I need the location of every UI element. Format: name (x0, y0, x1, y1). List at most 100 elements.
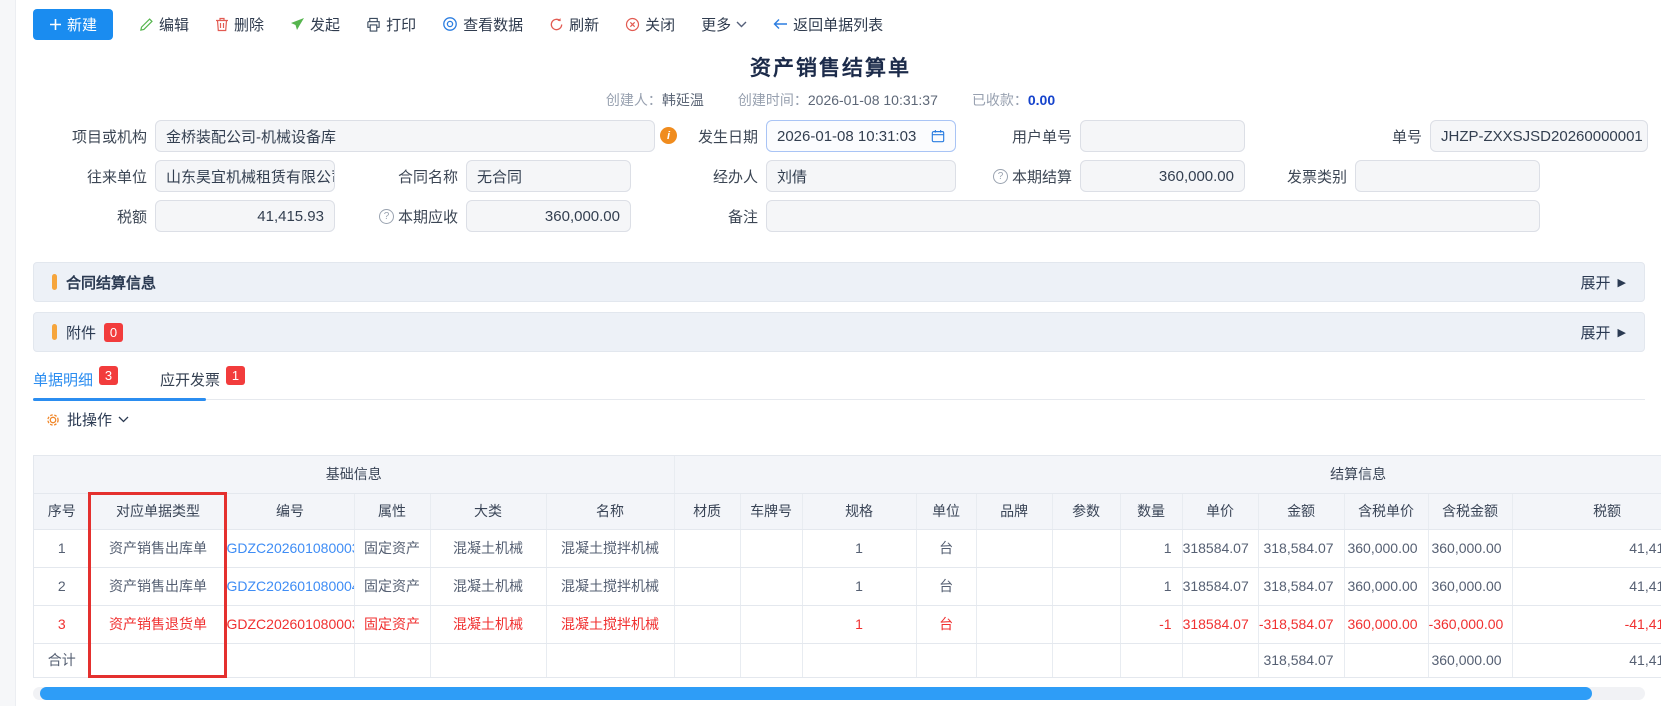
partner-input[interactable]: 山东昊宜机械租赁有限公司 (155, 160, 335, 192)
field-receivable: ?本期应收 360,000.00 (326, 200, 631, 232)
attachment-count-badge: 0 (104, 323, 123, 342)
question-icon: ? (993, 169, 1008, 184)
creator: 创建人：韩延温 (606, 90, 704, 110)
tax-input[interactable]: 41,415.93 (155, 200, 335, 232)
project-label: 项目或机构 (20, 126, 155, 147)
field-agent: 经办人 刘倩 (660, 160, 956, 192)
received-amount: 已收款：0.00 (972, 90, 1055, 110)
field-doc-no: 单号 JHZP-ZXXSJSD20260000001 (1330, 120, 1648, 152)
refresh-button[interactable]: 刷新 (549, 14, 599, 35)
active-tab-underline (33, 398, 206, 401)
pencil-icon (139, 17, 154, 32)
date-input[interactable]: 2026-01-08 10:31:03 (766, 120, 956, 152)
delete-button[interactable]: 删除 (215, 14, 264, 35)
asset-sale-settlement-page: 新建 编辑 删除 发起 打印 查看数据 刷新 关闭 (0, 0, 1661, 706)
agent-input[interactable]: 刘倩 (766, 160, 956, 192)
tab-detail[interactable]: 单据明细 3 (33, 363, 118, 399)
field-tax: 税额 41,415.93 (20, 200, 335, 232)
field-contract: 合同名称 无合同 (360, 160, 631, 192)
print-button[interactable]: 打印 (366, 14, 416, 35)
view-data-icon (442, 16, 458, 32)
contract-settlement-panel[interactable]: 合同结算信息 展开 ▶ (33, 262, 1645, 302)
printer-icon (366, 17, 381, 32)
table-total-row: 合计 318,584.07 360,000.00 41,415.93 (34, 643, 1661, 677)
section-marker-icon (52, 324, 57, 340)
settle-input[interactable]: 360,000.00 (1080, 160, 1245, 192)
field-remark: 备注 (660, 200, 1540, 232)
field-partner: 往来单位 山东昊宜机械租赁有限公司 (20, 160, 335, 192)
question-icon: ? (379, 209, 394, 224)
field-settle: ?本期结算 360,000.00 (940, 160, 1245, 192)
group-basic-info: 基础信息 (34, 456, 674, 493)
send-icon (290, 17, 305, 31)
doc-code-link[interactable]: GDZC202601080004 (227, 578, 355, 594)
launch-button[interactable]: 发起 (290, 14, 340, 35)
agent-label: 经办人 (660, 166, 766, 187)
attachment-title: 附件 (66, 322, 96, 343)
plus-icon (49, 18, 62, 31)
horizontal-scrollbar-thumb[interactable] (40, 687, 1592, 700)
invoice-type-label: 发票类别 (1248, 166, 1355, 187)
arrow-left-icon (773, 18, 788, 30)
gear-icon (45, 412, 61, 428)
field-project: 项目或机构 金桥装配公司-机械设备库 (20, 120, 655, 152)
date-label: 发生日期 (660, 126, 766, 147)
page-title: 资产销售结算单 (0, 52, 1661, 82)
triangle-right-icon: ▶ (1618, 276, 1626, 289)
expand-attachment-button[interactable]: 展开 ▶ (1581, 322, 1626, 343)
settle-label: ?本期结算 (940, 166, 1080, 187)
horizontal-scrollbar-track[interactable] (33, 687, 1645, 700)
user-no-label: 用户单号 (960, 126, 1080, 147)
detail-count-badge: 3 (99, 366, 118, 385)
receivable-input[interactable]: 360,000.00 (466, 200, 631, 232)
chevron-down-icon (118, 416, 129, 423)
doc-code-link[interactable]: GDZC202601080003 (227, 616, 355, 632)
remark-input[interactable] (766, 200, 1540, 232)
contract-input[interactable]: 无合同 (466, 160, 631, 192)
remark-label: 备注 (660, 206, 766, 227)
close-circle-icon (625, 17, 640, 32)
batch-operations-button[interactable]: 批操作 (45, 409, 129, 430)
calendar-icon[interactable] (931, 129, 945, 143)
section-marker-icon (52, 274, 57, 290)
table-row: 2 资产销售出库单 GDZC202601080004 固定资产 混凝土机械 混凝… (34, 567, 1661, 605)
invoice-type-input[interactable] (1355, 160, 1540, 192)
refresh-icon (549, 17, 564, 32)
doc-no-input[interactable]: JHZP-ZXXSJSD20260000001 (1430, 120, 1648, 152)
trash-icon (215, 17, 229, 32)
tax-label: 税额 (20, 206, 155, 227)
partner-label: 往来单位 (20, 166, 155, 187)
detail-table: 基础信息 结算信息 序号 对应单据类型 编号 属性 大类 名称 材质 车牌号 规… (33, 455, 1661, 678)
contract-label: 合同名称 (360, 166, 466, 187)
group-settlement-info: 结算信息 (674, 456, 1661, 493)
field-date: 发生日期 2026-01-08 10:31:03 (660, 120, 956, 152)
close-button[interactable]: 关闭 (625, 14, 675, 35)
expand-contract-button[interactable]: 展开 ▶ (1581, 272, 1626, 293)
doc-meta: 创建人：韩延温 创建时间：2026-01-08 10:31:37 已收款：0.0… (0, 90, 1661, 110)
view-data-button[interactable]: 查看数据 (442, 14, 523, 35)
new-button[interactable]: 新建 (33, 9, 113, 40)
table-group-header: 基础信息 结算信息 (34, 456, 1661, 493)
doc-no-label: 单号 (1330, 126, 1430, 147)
detail-tabs: 单据明细 3 应开发票 1 (33, 363, 1645, 400)
field-invoice-type: 发票类别 (1248, 160, 1540, 192)
more-button[interactable]: 更多 (701, 14, 747, 35)
edit-button[interactable]: 编辑 (139, 14, 189, 35)
field-user-no: 用户单号 (960, 120, 1245, 152)
doc-code-link[interactable]: GDZC202601080003 (227, 540, 355, 556)
new-button-label: 新建 (67, 14, 97, 35)
chevron-down-icon (736, 21, 747, 28)
table-row: 1 资产销售出库单 GDZC202601080003 固定资产 混凝土机械 混凝… (34, 529, 1661, 567)
toolbar: 新建 编辑 删除 发起 打印 查看数据 刷新 关闭 (33, 8, 883, 40)
invoice-count-badge: 1 (226, 366, 245, 385)
receivable-label: ?本期应收 (326, 206, 466, 227)
contract-settlement-title: 合同结算信息 (66, 272, 156, 293)
triangle-right-icon: ▶ (1618, 326, 1626, 339)
table-column-header: 序号 对应单据类型 编号 属性 大类 名称 材质 车牌号 规格 单位 品牌 参数… (34, 493, 1661, 529)
user-no-input[interactable] (1080, 120, 1245, 152)
back-to-list-button[interactable]: 返回单据列表 (773, 14, 883, 35)
tab-invoice[interactable]: 应开发票 1 (160, 363, 245, 399)
project-input[interactable]: 金桥装配公司-机械设备库 (155, 120, 655, 152)
created-time: 创建时间：2026-01-08 10:31:37 (738, 90, 938, 110)
attachment-panel[interactable]: 附件 0 展开 ▶ (33, 312, 1645, 352)
